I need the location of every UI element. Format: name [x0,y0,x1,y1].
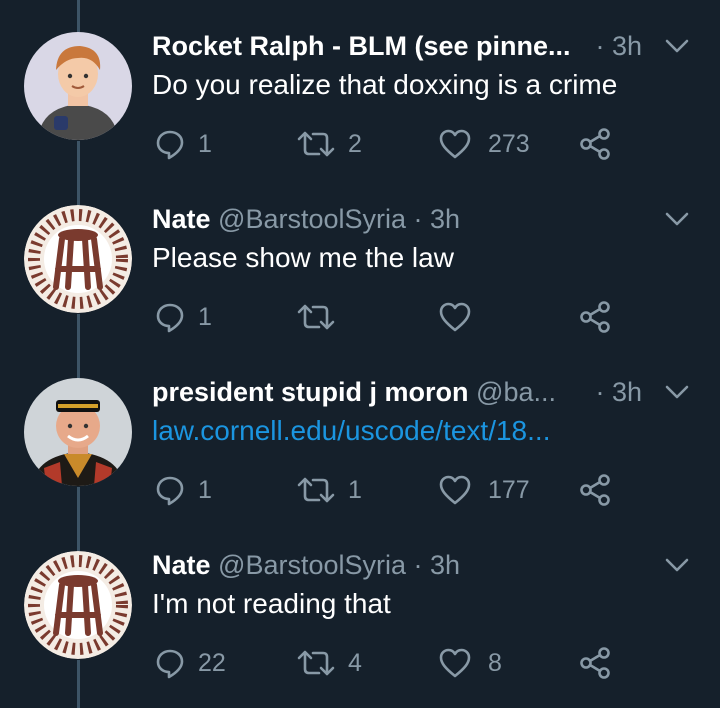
retweet-count: 1 [348,475,362,504]
chevron-down-icon[interactable] [664,382,690,402]
reply-button[interactable]: 22 [154,641,226,685]
reply-icon [154,301,186,333]
retweet-icon [296,647,336,679]
share-button[interactable] [578,122,612,166]
reply-icon [154,128,186,160]
display-name[interactable]: Rocket Ralph - BLM (see pinne... [152,31,571,61]
chevron-down-icon[interactable] [664,209,690,229]
timestamp[interactable]: · 3h [414,550,461,580]
share-button[interactable] [578,295,612,339]
retweet-icon [296,128,336,160]
tweet-header: Nate @BarstoolSyria · 3h [152,547,690,583]
retweet-count: 4 [348,648,362,677]
tweet-header: president stupid j moron @ba... · 3h [152,374,690,410]
timestamp[interactable]: · 3h [595,374,642,410]
reply-button[interactable]: 1 [154,468,212,512]
display-name[interactable]: Nate [152,550,211,580]
chevron-down-icon[interactable] [664,555,690,575]
reply-count: 1 [198,475,212,504]
display-name[interactable]: Nate [152,204,211,234]
retweet-count: 2 [348,129,362,158]
tweet-actions: 1 [152,295,622,339]
tweet-text: Do you realize that doxxing is a crime [152,69,618,100]
like-count: 177 [488,475,530,504]
share-icon [578,301,612,333]
like-button[interactable]: 273 [438,122,530,166]
reply-count: 1 [198,302,212,331]
tweet-actions: 1 1 177 [152,468,622,512]
tweet-actions: 22 4 8 [152,641,622,685]
retweet-button[interactable]: 2 [296,122,362,166]
avatar[interactable] [24,205,132,313]
avatar[interactable] [24,378,132,486]
tweet-actions: 1 2 273 [152,122,622,166]
reply-count: 1 [198,129,212,158]
retweet-button[interactable]: 4 [296,641,362,685]
reply-icon [154,647,186,679]
like-icon [438,128,472,160]
reply-button[interactable]: 1 [154,295,212,339]
chevron-down-icon[interactable] [664,36,690,56]
share-button[interactable] [578,468,612,512]
like-count: 273 [488,129,530,158]
timestamp[interactable]: · 3h [414,204,461,234]
tweet-text: I'm not reading that [152,588,391,619]
user-handle[interactable]: @BarstoolSyria [218,550,406,580]
user-handle[interactable]: @ba... [476,377,556,407]
like-button[interactable]: 177 [438,468,530,512]
tweet[interactable]: Nate @BarstoolSyria · 3h I'm not reading… [0,519,720,692]
reply-button[interactable]: 1 [154,122,212,166]
reply-count: 22 [198,648,226,677]
like-button[interactable] [438,295,484,339]
tweet-header: Rocket Ralph - BLM (see pinne... · 3h [152,28,690,64]
display-name[interactable]: president stupid j moron [152,377,469,407]
like-icon [438,474,472,506]
user-handle[interactable]: @BarstoolSyria [218,204,406,234]
like-count: 8 [488,648,502,677]
reply-icon [154,474,186,506]
share-button[interactable] [578,641,612,685]
retweet-button[interactable]: 1 [296,468,362,512]
share-icon [578,128,612,160]
avatar[interactable] [24,32,132,140]
tweet[interactable]: president stupid j moron @ba... · 3h law… [0,346,720,519]
like-icon [438,301,472,333]
share-icon [578,474,612,506]
retweet-icon [296,301,336,333]
share-icon [578,647,612,679]
avatar[interactable] [24,551,132,659]
tweet-link[interactable]: law.cornell.edu/uscode/text/18... [152,412,680,450]
like-icon [438,647,472,679]
tweet[interactable]: Nate @BarstoolSyria · 3h Please show me … [0,173,720,346]
retweet-icon [296,474,336,506]
timestamp[interactable]: · 3h [595,28,642,64]
tweet-header: Nate @BarstoolSyria · 3h [152,201,690,237]
tweet[interactable]: Rocket Ralph - BLM (see pinne... · 3h Do… [0,0,720,173]
tweet-text: Please show me the law [152,242,454,273]
retweet-button[interactable] [296,295,348,339]
like-button[interactable]: 8 [438,641,502,685]
